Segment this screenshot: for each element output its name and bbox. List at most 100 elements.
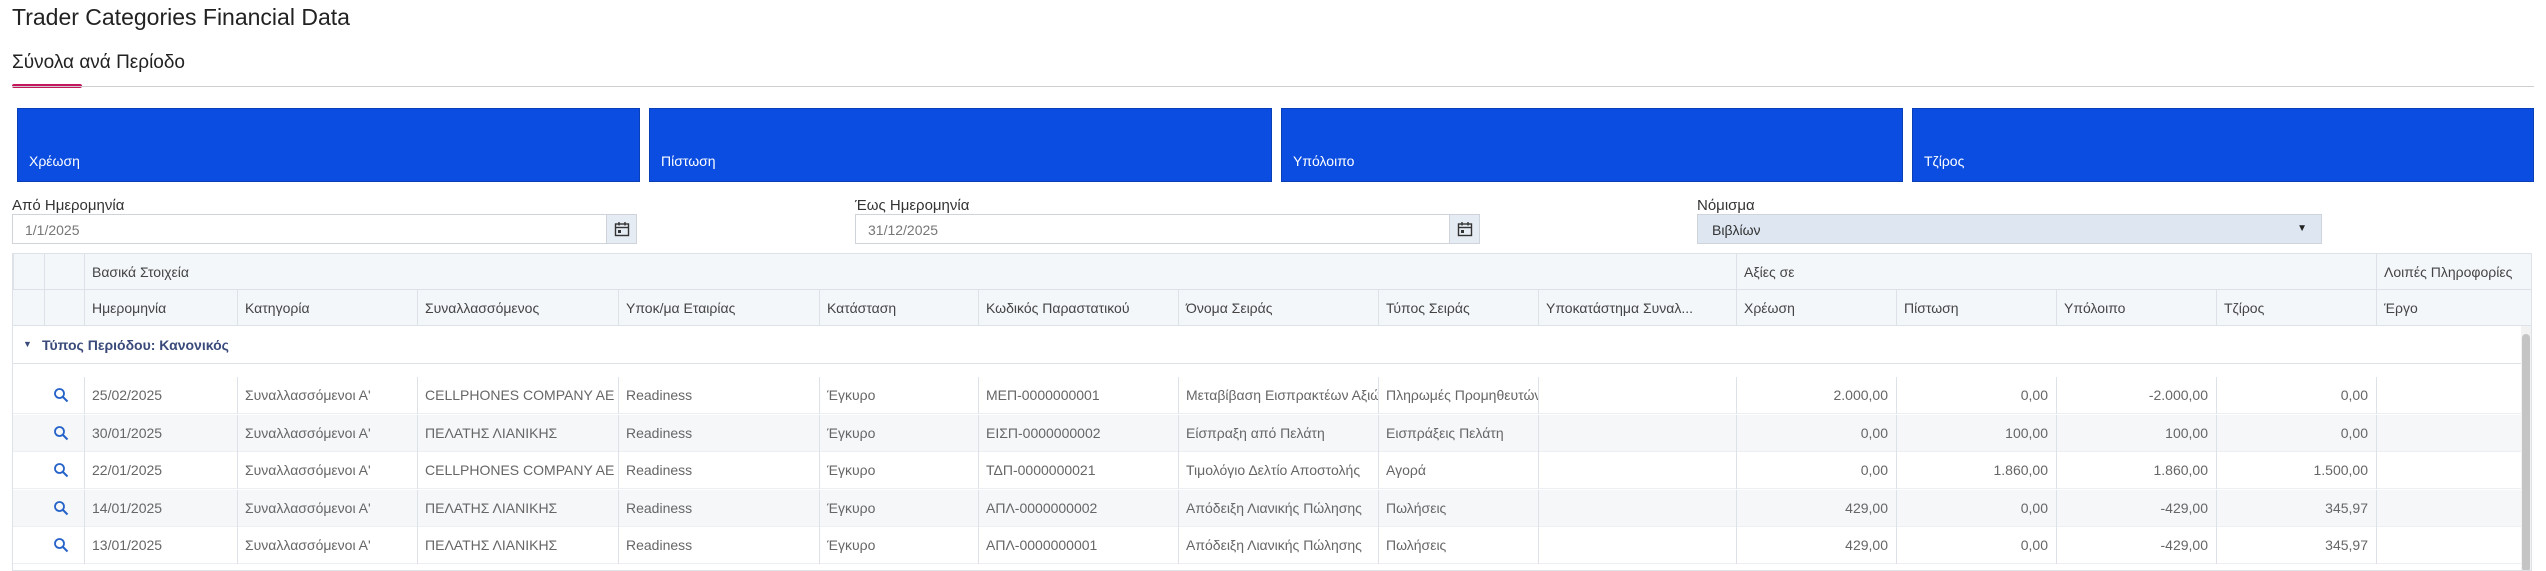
- search-icon[interactable]: [53, 387, 69, 406]
- cell-status: Έγκυρο: [819, 527, 978, 564]
- to-date-label: Έως Ημερομηνία: [855, 197, 970, 214]
- column-header-date[interactable]: Ημερομηνία: [84, 290, 244, 326]
- cell-series-name: Απόδειξη Λιανικής Πώλησης: [1178, 489, 1378, 527]
- table-row[interactable]: 25/02/2025 Συναλλασσόμενοι Α' CELLPHONES C…: [13, 377, 2531, 414]
- cell-debit: 429,00: [1736, 527, 1896, 564]
- cell-date: 25/02/2025: [84, 377, 237, 414]
- cell-date: 13/01/2025: [84, 527, 237, 564]
- cell-document-code: ΑΠΛ-0000000001: [978, 527, 1178, 564]
- collapse-caret-icon[interactable]: ▼: [23, 339, 32, 349]
- band-spacer: [44, 254, 56, 290]
- cell-balance: 100,00: [2056, 414, 2216, 452]
- cell-series-name: Απόδειξη Λιανικής Πώλησης: [1178, 527, 1378, 564]
- table-row[interactable]: 30/01/2025 Συναλλασσόμενοι Α' ΠΕΛΑΤΗΣ ΛΙΑΝ…: [13, 414, 2531, 452]
- cell-balance: 1.860,00: [2056, 452, 2216, 489]
- band-other-info: Λοιπές Πληροφορίες: [2376, 254, 2531, 290]
- column-header-document-code[interactable]: Κωδικός Παραστατικού: [978, 290, 1178, 326]
- cell-balance: -2.000,00: [2056, 377, 2216, 414]
- table-row[interactable]: 22/01/2025 Συναλλασσόμενοι Α' CELLPHONES C…: [13, 452, 2531, 489]
- group-row[interactable]: ▼ Τύπος Περιόδου: Κανονικός: [13, 326, 2531, 364]
- column-header-trader-branch[interactable]: Υποκατάστημα Συναλ...: [1538, 290, 1736, 326]
- band-basic-info: Βασικά Στοιχεία: [84, 254, 1748, 290]
- cell-trader-branch: [1538, 452, 1736, 489]
- cell-document-code: ΑΠΛ-0000000002: [978, 489, 1178, 527]
- turnover-card-label: Τζίρος: [1924, 153, 1965, 169]
- column-header-company-branch[interactable]: Υποκ/μα Εταιρίας: [618, 290, 819, 326]
- cell-balance: -429,00: [2056, 489, 2216, 527]
- from-date-input[interactable]: 1/1/2025: [12, 214, 637, 244]
- cell-project: [2376, 452, 2523, 489]
- from-date-value: 1/1/2025: [25, 222, 80, 238]
- cell-turnover: 0,00: [2216, 377, 2376, 414]
- column-header-project[interactable]: Έργο: [2376, 290, 2531, 326]
- debit-card: Χρέωση: [17, 108, 640, 182]
- search-icon[interactable]: [53, 425, 69, 444]
- balance-card: Υπόλοιπο: [1281, 108, 1903, 182]
- cell-series-type: Εισπράξεις Πελάτη: [1378, 414, 1538, 452]
- debit-card-label: Χρέωση: [29, 153, 80, 169]
- band-values-in: Αξίες σε: [1736, 254, 2376, 290]
- cell-project: [2376, 377, 2523, 414]
- search-icon[interactable]: [53, 462, 69, 481]
- search-icon[interactable]: [53, 500, 69, 519]
- column-header-turnover[interactable]: Τζίρος: [2216, 290, 2376, 326]
- cell-turnover: 345,97: [2216, 527, 2376, 564]
- column-header-row: Ημερομηνία Κατηγορία Συναλλασσόμενος Υπο…: [13, 290, 2531, 326]
- column-header-balance[interactable]: Υπόλοιπο: [2056, 290, 2216, 326]
- cell-category: Συναλλασσόμενοι Α': [237, 452, 417, 489]
- cell-status: Έγκυρο: [819, 452, 978, 489]
- to-date-input[interactable]: 31/12/2025: [855, 214, 1480, 244]
- cell-trader: ΠΕΛΑΤΗΣ ΛΙΑΝΙΚΗΣ: [417, 527, 618, 564]
- group-label: Τύπος Περιόδου: Κανονικός: [42, 337, 229, 353]
- search-icon[interactable]: [53, 537, 69, 556]
- cell-date: 30/01/2025: [84, 414, 237, 452]
- cell-status: Έγκυρο: [819, 414, 978, 452]
- calendar-icon[interactable]: [1449, 215, 1479, 243]
- cell-series-name: Μεταβίβαση Εισπρακτέων Αξιών: [1178, 377, 1378, 414]
- cell-balance: -429,00: [2056, 527, 2216, 564]
- credit-card: Πίστωση: [649, 108, 1272, 182]
- cell-date: 14/01/2025: [84, 489, 237, 527]
- page-title: Trader Categories Financial Data: [12, 4, 350, 30]
- calendar-icon[interactable]: [606, 215, 636, 243]
- cell-trader: CELLPHONES COMPANY AE: [417, 377, 618, 414]
- cell-series-type: Πληρωμές Προμηθευτών: [1378, 377, 1538, 414]
- cell-category: Συναλλασσόμενοι Α': [237, 414, 417, 452]
- cell-document-code: ΜΕΠ-0000000001: [978, 377, 1178, 414]
- column-header-status[interactable]: Κατάσταση: [819, 290, 978, 326]
- cell-credit: 0,00: [1896, 527, 2056, 564]
- cell-document-code: ΤΔΠ-0000000021: [978, 452, 1178, 489]
- cell-trader: CELLPHONES COMPANY AE: [417, 452, 618, 489]
- cell-debit: 0,00: [1736, 414, 1896, 452]
- column-header-category[interactable]: Κατηγορία: [237, 290, 417, 326]
- header-spacer: [44, 290, 84, 326]
- column-header-series-type[interactable]: Τύπος Σειράς: [1378, 290, 1538, 326]
- scrollbar-thumb[interactable]: [2522, 334, 2530, 570]
- cell-series-type: Αγορά: [1378, 452, 1538, 489]
- cell-trader-branch: [1538, 527, 1736, 564]
- cell-turnover: 345,97: [2216, 489, 2376, 527]
- to-date-value: 31/12/2025: [868, 222, 939, 238]
- currency-select[interactable]: Βιβλίων ▼: [1697, 214, 2322, 244]
- cell-credit: 100,00: [1896, 414, 2056, 452]
- tab-period-totals[interactable]: Σύνολα ανά Περίοδο: [12, 52, 185, 74]
- data-grid: Βασικά Στοιχεία Αξίες σε Λοιπές Πληροφορ…: [12, 253, 2532, 571]
- column-band-row: Βασικά Στοιχεία Αξίες σε Λοιπές Πληροφορ…: [13, 254, 2531, 290]
- cell-project: [2376, 489, 2523, 527]
- cell-company-branch: Readiness: [618, 489, 819, 527]
- column-header-trader[interactable]: Συναλλασσόμενος: [417, 290, 618, 326]
- cell-credit: 1.860,00: [1896, 452, 2056, 489]
- table-row[interactable]: 14/01/2025 Συναλλασσόμενοι Α' ΠΕΛΑΤΗΣ ΛΙΑΝ…: [13, 489, 2531, 527]
- column-header-series-name[interactable]: Όνομα Σειράς: [1178, 290, 1378, 326]
- column-header-credit[interactable]: Πίστωση: [1896, 290, 2056, 326]
- column-header-debit[interactable]: Χρέωση: [1736, 290, 1896, 326]
- credit-card-label: Πίστωση: [661, 153, 716, 169]
- cell-trader-branch: [1538, 377, 1736, 414]
- cell-credit: 0,00: [1896, 489, 2056, 527]
- tabs-divider: [12, 86, 2534, 87]
- cell-date: 22/01/2025: [84, 452, 237, 489]
- band-spacer: [13, 254, 44, 290]
- cell-debit: 429,00: [1736, 489, 1896, 527]
- table-row[interactable]: 13/01/2025 Συναλλασσόμενοι Α' ΠΕΛΑΤΗΣ ΛΙΑΝ…: [13, 527, 2531, 564]
- currency-value: Βιβλίων: [1712, 222, 1761, 238]
